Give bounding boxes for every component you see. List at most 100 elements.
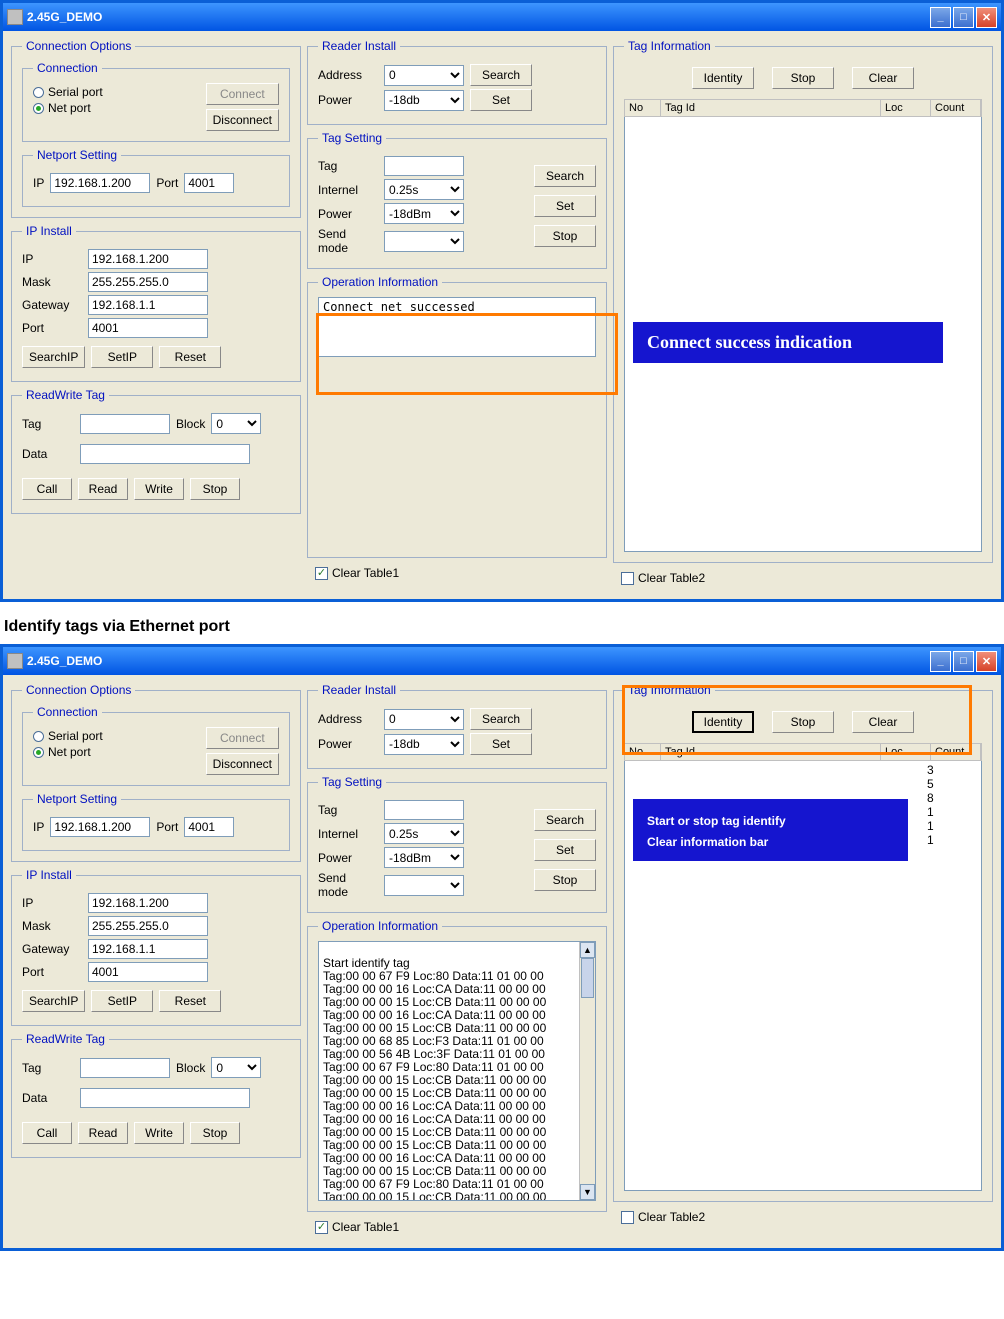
- block-select[interactable]: 0: [211, 413, 261, 434]
- netport-port-input[interactable]: [184, 173, 234, 193]
- reader-search-button[interactable]: Search: [470, 64, 532, 86]
- opinfo-scrollbar[interactable]: ▲ ▼: [579, 942, 595, 1200]
- reset-button[interactable]: Reset: [159, 346, 221, 368]
- address-select[interactable]: 0: [384, 709, 464, 730]
- tag-stop-button[interactable]: Stop: [772, 711, 834, 733]
- netport-setting-group: Netport Setting IP Port: [22, 792, 290, 851]
- serial-port-radio[interactable]: [33, 87, 44, 98]
- ts-power-select[interactable]: -18dBm: [384, 847, 464, 868]
- reader-set-button[interactable]: Set: [470, 89, 532, 111]
- ts-sendmode-select[interactable]: [384, 875, 464, 896]
- connect-button[interactable]: Connect: [206, 727, 279, 749]
- maximize-button[interactable]: □: [953, 651, 974, 672]
- ts-set-button[interactable]: Set: [534, 195, 596, 217]
- reader-power-select[interactable]: -18db: [384, 734, 464, 755]
- write-button[interactable]: Write: [134, 1122, 184, 1144]
- net-port-radio[interactable]: [33, 747, 44, 758]
- searchip-button[interactable]: SearchIP: [22, 990, 85, 1012]
- read-button[interactable]: Read: [78, 478, 128, 500]
- ts-tag-input[interactable]: [384, 800, 464, 820]
- write-button[interactable]: Write: [134, 478, 184, 500]
- minimize-button[interactable]: _: [930, 7, 951, 28]
- minimize-button[interactable]: _: [930, 651, 951, 672]
- scroll-up-icon[interactable]: ▲: [580, 942, 595, 958]
- clear-table1-checkbox[interactable]: [315, 567, 328, 580]
- clear-button[interactable]: Clear: [852, 711, 914, 733]
- connection-options-legend: Connection Options: [22, 683, 135, 697]
- ip-input[interactable]: [88, 249, 208, 269]
- gateway-input[interactable]: [88, 939, 208, 959]
- ip-install-group: IP Install IP Mask Gateway Port SearchIP…: [11, 868, 301, 1026]
- data-label: Data: [22, 447, 74, 461]
- scroll-down-icon[interactable]: ▼: [580, 1184, 595, 1200]
- reset-button[interactable]: Reset: [159, 990, 221, 1012]
- call-button[interactable]: Call: [22, 478, 72, 500]
- ts-power-select[interactable]: -18dBm: [384, 203, 464, 224]
- serial-port-radio[interactable]: [33, 731, 44, 742]
- rw-data-input[interactable]: [80, 1088, 250, 1108]
- clear-table2-checkbox[interactable]: [621, 1211, 634, 1224]
- port-input[interactable]: [88, 318, 208, 338]
- ts-stop-button[interactable]: Stop: [534, 225, 596, 247]
- stop-button[interactable]: Stop: [190, 478, 240, 500]
- maximize-button[interactable]: □: [953, 7, 974, 28]
- close-button[interactable]: ✕: [976, 7, 997, 28]
- connection-legend: Connection: [33, 61, 102, 75]
- gateway-input[interactable]: [88, 295, 208, 315]
- rw-tag-input[interactable]: [80, 414, 170, 434]
- ts-search-button[interactable]: Search: [534, 809, 596, 831]
- annotation-identify: Start or stop tag identify Clear informa…: [633, 799, 908, 861]
- identity-button[interactable]: Identity: [692, 67, 754, 89]
- stop-button[interactable]: Stop: [190, 1122, 240, 1144]
- ip-input[interactable]: [88, 893, 208, 913]
- disconnect-button[interactable]: Disconnect: [206, 109, 279, 131]
- scroll-thumb[interactable]: [581, 958, 594, 998]
- netport-port-input[interactable]: [184, 817, 234, 837]
- block-select[interactable]: 0: [211, 1057, 261, 1078]
- mask-input[interactable]: [88, 916, 208, 936]
- netport-legend: Netport Setting: [33, 792, 121, 806]
- clear-button[interactable]: Clear: [852, 67, 914, 89]
- rw-tag-input[interactable]: [80, 1058, 170, 1078]
- clear-table1-checkbox[interactable]: [315, 1221, 328, 1234]
- net-port-radio[interactable]: [33, 103, 44, 114]
- ts-interval-select[interactable]: 0.25s: [384, 823, 464, 844]
- ts-set-button[interactable]: Set: [534, 839, 596, 861]
- netport-ip-input[interactable]: [50, 173, 150, 193]
- netport-ip-input[interactable]: [50, 817, 150, 837]
- ts-search-button[interactable]: Search: [534, 165, 596, 187]
- setip-button[interactable]: SetIP: [91, 990, 153, 1012]
- searchip-button[interactable]: SearchIP: [22, 346, 85, 368]
- address-label: Address: [318, 68, 378, 82]
- clear-table2-checkbox[interactable]: [621, 572, 634, 585]
- tag-stop-button[interactable]: Stop: [772, 67, 834, 89]
- call-button[interactable]: Call: [22, 1122, 72, 1144]
- opinfo-lines: Start identify tag Tag:00 00 67 F9 Loc:8…: [323, 956, 546, 1201]
- reader-power-select[interactable]: -18db: [384, 90, 464, 111]
- ts-stop-button[interactable]: Stop: [534, 869, 596, 891]
- connect-button[interactable]: Connect: [206, 83, 279, 105]
- opinfo-textarea[interactable]: Start identify tag Tag:00 00 67 F9 Loc:8…: [318, 941, 596, 1201]
- identity-button[interactable]: Identity: [692, 711, 754, 733]
- net-port-label: Net port: [48, 745, 91, 759]
- setip-button[interactable]: SetIP: [91, 346, 153, 368]
- address-select[interactable]: 0: [384, 65, 464, 86]
- tag-setting-legend: Tag Setting: [318, 775, 386, 789]
- port-label: Port: [22, 321, 82, 335]
- rw-data-input[interactable]: [80, 444, 250, 464]
- window-title: 2.45G_DEMO: [27, 654, 102, 668]
- ts-tag-input[interactable]: [384, 156, 464, 176]
- ts-interval-select[interactable]: 0.25s: [384, 179, 464, 200]
- read-button[interactable]: Read: [78, 1122, 128, 1144]
- col-count: Count: [931, 744, 981, 760]
- disconnect-button[interactable]: Disconnect: [206, 753, 279, 775]
- mask-input[interactable]: [88, 272, 208, 292]
- ts-sendmode-select[interactable]: [384, 231, 464, 252]
- port-input[interactable]: [88, 962, 208, 982]
- data-label: Data: [22, 1091, 74, 1105]
- port-label: Port: [22, 965, 82, 979]
- reader-set-button[interactable]: Set: [470, 733, 532, 755]
- connection-group: Connection Serial port Net port: [22, 61, 290, 142]
- close-button[interactable]: ✕: [976, 651, 997, 672]
- reader-search-button[interactable]: Search: [470, 708, 532, 730]
